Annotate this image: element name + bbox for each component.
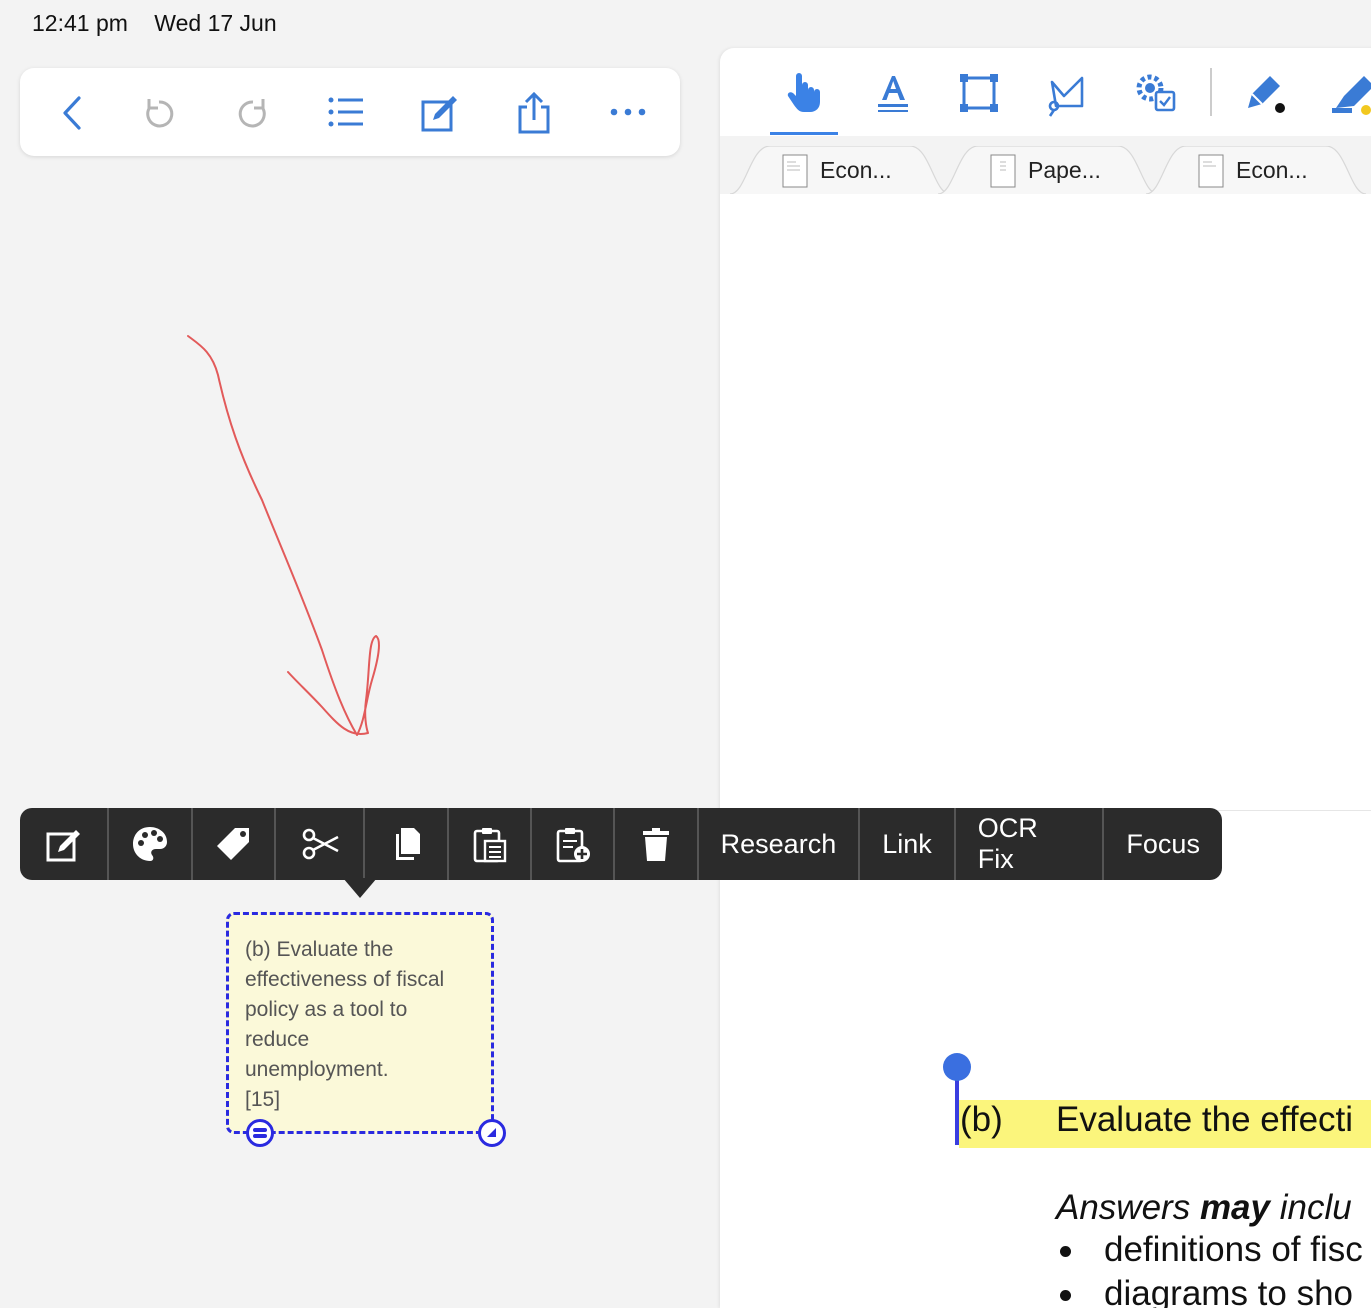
palette-icon [132,827,167,861]
note-link-handle[interactable] [246,1119,274,1147]
redo-icon[interactable] [230,90,276,136]
settings-gear-icon[interactable] [1130,68,1180,118]
edit-icon [46,830,80,862]
status-time: 12:41 pm [32,10,128,36]
edit-note-icon[interactable] [417,90,463,136]
sticky-note-line: effectiveness of fiscal [245,968,445,991]
answers-bold: may [1199,1188,1270,1227]
sticky-note-line: [15] [245,1088,281,1111]
document-thumbnail-icon [1198,154,1224,188]
link-menu-item[interactable]: Link [860,808,956,880]
note-resize-handle[interactable] [478,1119,506,1147]
sticky-note-line: policy as a tool to [245,998,408,1021]
research-menu-item[interactable]: Research [699,808,861,880]
left-toolbar [20,68,680,156]
resize-corner-icon [487,1128,496,1137]
lasso-icon[interactable] [1042,68,1092,118]
status-bar: 12:41 pm Wed 17 Jun [32,10,297,37]
question-text[interactable]: Evaluate the effecti [1056,1100,1353,1140]
tab-label: Econ... [820,157,892,183]
back-icon[interactable] [51,90,97,136]
answers-line[interactable]: Answers may inclu [1056,1188,1352,1228]
color-menu-item[interactable] [109,808,193,880]
paste-icon [473,828,507,863]
question-label[interactable]: (b) [960,1100,1003,1140]
scissors-icon [302,828,339,860]
edit-menu-item[interactable] [20,808,110,880]
paste-new-menu-item[interactable] [532,808,616,880]
highlighter-icon[interactable] [1330,68,1371,118]
crop-frame-icon[interactable] [954,68,1004,118]
paste-add-icon [556,828,590,863]
undo-icon[interactable] [136,90,182,136]
more-icon[interactable] [605,90,651,136]
focus-menu-item[interactable]: Focus [1104,808,1222,880]
sticky-note-text[interactable]: (b) Evaluate the effectiveness of fiscal… [245,935,477,1115]
bullet-text[interactable]: definitions of fisc [1104,1230,1363,1270]
answers-suffix: inclu [1270,1188,1352,1227]
document-panel: Econ... Pape... Econ... (b) Evaluate the… [720,48,1371,1308]
outline-list-icon[interactable] [323,90,369,136]
status-date: Wed 17 Jun [154,10,277,36]
bullet-dot [1060,1246,1071,1257]
document-thumbnail-icon [990,154,1016,188]
sticky-note[interactable]: (b) Evaluate the effectiveness of fiscal… [226,912,494,1134]
context-menu-pointer [343,878,377,898]
copy-icon [395,828,420,860]
paste-menu-item[interactable] [449,808,532,880]
active-tool-indicator [770,132,838,135]
trash-icon [642,828,669,861]
tab-document-2[interactable]: Pape... [938,146,1158,194]
sticky-note-line: reduce [245,1028,310,1051]
tag-menu-item[interactable] [193,808,276,880]
document-thumbnail-icon [782,154,808,188]
answers-prefix: Answers [1056,1188,1200,1227]
ocr-fix-menu-item[interactable]: OCR Fix [956,808,1105,880]
pen-icon[interactable] [1240,68,1290,118]
tab-label: Pape... [1028,157,1101,183]
text-highlight-icon[interactable] [868,68,918,118]
copy-menu-item[interactable] [365,808,449,880]
sticky-note-line: (b) Evaluate the [245,938,394,961]
tag-icon [217,828,250,860]
document-tabs: Econ... Pape... Econ... [720,136,1371,194]
link-handle-icon [253,1128,267,1138]
bullet-text[interactable]: diagrams to sho [1104,1274,1353,1308]
share-icon[interactable] [511,90,557,136]
sticky-note-line: unemployment. [245,1058,389,1081]
tab-label: Econ... [1236,157,1308,183]
selection-cursor-line [955,1073,959,1145]
bullet-dot [1060,1290,1071,1301]
selection-handle[interactable] [943,1053,971,1081]
context-menu: Research Link OCR Fix Focus [20,808,1222,880]
toolbar-separator [1210,68,1212,116]
delete-menu-item[interactable] [615,808,699,880]
cut-menu-item[interactable] [276,808,366,880]
hand-pointer-icon[interactable] [780,68,830,118]
tab-document-1[interactable]: Econ... [730,146,950,194]
tab-document-3[interactable]: Econ... [1146,146,1366,194]
